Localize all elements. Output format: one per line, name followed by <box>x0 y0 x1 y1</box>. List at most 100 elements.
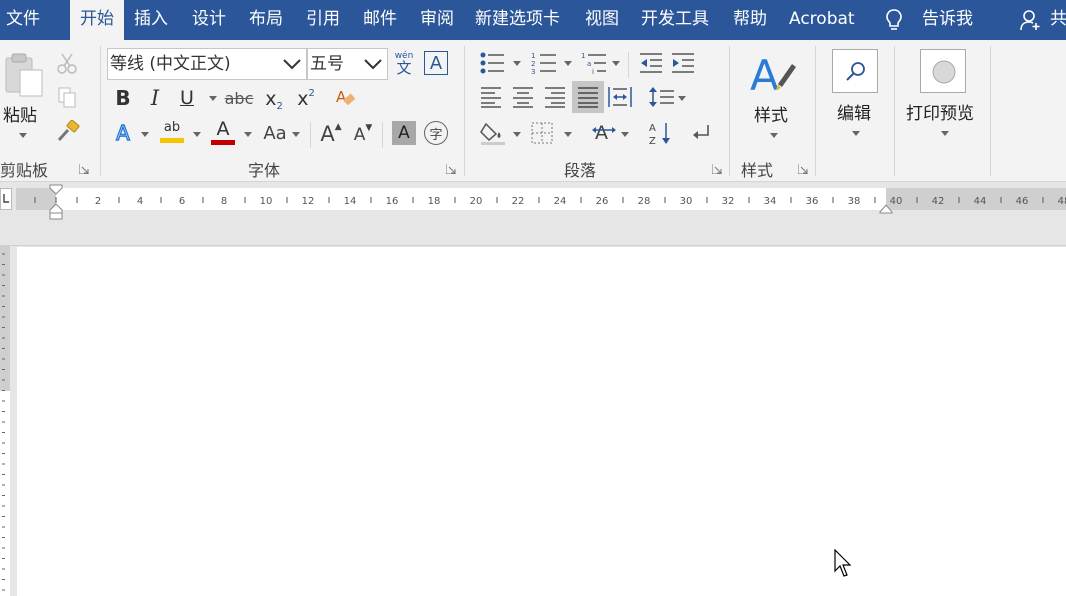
font-size-combo[interactable]: 五号 <box>307 48 388 80</box>
bullets-dropdown-icon[interactable] <box>513 61 521 66</box>
shading-dropdown-icon[interactable] <box>513 132 521 137</box>
chevron-down-icon[interactable] <box>282 57 302 71</box>
share-label[interactable]: 共 <box>1044 0 1066 40</box>
share-person-icon[interactable] <box>1020 9 1042 31</box>
superscript-button[interactable]: x2 <box>293 85 319 113</box>
styles-icon[interactable]: A <box>748 50 798 98</box>
subscript-button[interactable]: x2 <box>261 85 287 113</box>
bullets-icon[interactable] <box>478 50 506 76</box>
tab-review[interactable]: 审阅 <box>414 0 460 40</box>
tab-new-tab[interactable]: 新建选项卡 <box>469 0 566 40</box>
font-name-combo[interactable]: 等线 (中文正文) <box>107 48 307 80</box>
phonetic-guide-button[interactable]: wén 文 <box>392 48 416 80</box>
print-preview-button-box[interactable] <box>920 49 966 93</box>
editing-button-label[interactable]: 编辑 <box>837 99 871 124</box>
group-separator <box>100 46 101 176</box>
tab-file[interactable]: 文件 <box>0 0 46 40</box>
change-case-button[interactable]: Aa <box>260 120 290 146</box>
align-left-icon[interactable] <box>478 85 504 109</box>
line-spacing-dropdown-icon[interactable] <box>678 96 686 101</box>
tab-home[interactable]: 开始 <box>70 0 124 40</box>
grow-font-letter: A <box>320 122 335 146</box>
strikethrough-button[interactable]: abc <box>225 85 254 111</box>
grow-font-button[interactable]: A ▲ <box>318 120 344 148</box>
tab-help[interactable]: 帮助 <box>727 0 773 40</box>
lightbulb-icon[interactable] <box>884 8 904 32</box>
group-separator <box>815 46 816 176</box>
justify-icon[interactable] <box>572 81 604 113</box>
chinese-layout-dropdown-icon[interactable] <box>621 132 629 137</box>
show-hide-marks-icon[interactable] <box>688 120 714 146</box>
tab-view[interactable]: 视图 <box>579 0 625 40</box>
align-center-icon[interactable] <box>510 85 536 109</box>
circle-icon <box>932 60 956 84</box>
sort-icon[interactable]: A Z <box>648 120 674 146</box>
tab-mailings[interactable]: 邮件 <box>357 0 403 40</box>
text-effects-button[interactable]: A <box>110 120 136 146</box>
align-right-icon[interactable] <box>542 85 568 109</box>
font-color-button[interactable]: A <box>209 118 237 146</box>
paste-icon[interactable] <box>2 52 46 98</box>
tell-me-label[interactable]: 告诉我 <box>916 0 979 40</box>
shrink-font-button[interactable]: A ▼ <box>350 122 376 148</box>
borders-icon[interactable] <box>530 121 554 145</box>
mouse-pointer-icon <box>834 549 852 577</box>
styles-dropdown-icon[interactable] <box>770 133 778 138</box>
underline-button[interactable]: U <box>176 85 198 111</box>
paste-label[interactable]: 粘贴 <box>3 101 37 126</box>
decrease-indent-icon[interactable] <box>638 51 664 75</box>
tab-layout[interactable]: 布局 <box>243 0 289 40</box>
group-separator <box>729 46 730 176</box>
highlight-button[interactable]: ab <box>157 118 187 146</box>
ruler-number: 18 <box>428 196 441 207</box>
character-border-button[interactable]: A <box>424 51 448 75</box>
dialog-launcher-icon[interactable] <box>79 164 89 174</box>
enclose-characters-button[interactable]: 字 <box>424 121 448 145</box>
superscript-mark: 2 <box>308 87 315 99</box>
bold-button[interactable]: B <box>112 85 134 111</box>
tab-developer[interactable]: 开发工具 <box>635 0 715 40</box>
print-preview-dropdown-icon[interactable] <box>941 131 949 136</box>
dialog-launcher-icon[interactable] <box>798 164 808 174</box>
change-case-dropdown-icon[interactable] <box>292 132 300 137</box>
document-page[interactable] <box>17 247 1066 596</box>
shading-icon[interactable] <box>479 120 507 146</box>
right-indent-marker-icon[interactable] <box>879 202 893 214</box>
chevron-down-icon[interactable] <box>363 57 383 71</box>
tab-references[interactable]: 引用 <box>300 0 346 40</box>
ruler-number: 4 <box>137 196 143 207</box>
borders-dropdown-icon[interactable] <box>564 132 572 137</box>
character-shading-button[interactable]: A <box>392 121 416 145</box>
editing-dropdown-icon[interactable] <box>852 131 860 136</box>
numbering-dropdown-icon[interactable] <box>564 61 572 66</box>
multilevel-dropdown-icon[interactable] <box>612 61 620 66</box>
font-color-dropdown-icon[interactable] <box>244 132 252 137</box>
copy-icon[interactable] <box>56 86 78 108</box>
group-separator <box>894 46 895 176</box>
paste-dropdown-icon[interactable] <box>19 133 27 138</box>
group-separator <box>990 46 991 176</box>
tab-acrobat[interactable]: Acrobat <box>783 0 861 40</box>
distributed-icon[interactable] <box>607 85 633 109</box>
print-preview-label[interactable]: 打印预览 <box>906 99 974 124</box>
format-painter-icon[interactable] <box>56 120 80 142</box>
clear-formatting-icon[interactable]: A <box>334 86 358 110</box>
increase-indent-icon[interactable] <box>670 51 696 75</box>
text-effects-dropdown-icon[interactable] <box>141 132 149 137</box>
editing-button-box[interactable] <box>832 49 878 93</box>
dialog-launcher-icon[interactable] <box>712 164 722 174</box>
chinese-layout-icon[interactable]: A <box>590 120 618 146</box>
cut-icon[interactable] <box>56 52 78 74</box>
tab-design[interactable]: 设计 <box>186 0 232 40</box>
dialog-launcher-icon[interactable] <box>446 164 456 174</box>
tab-insert[interactable]: 插入 <box>128 0 174 40</box>
highlight-dropdown-icon[interactable] <box>193 132 201 137</box>
line-spacing-icon[interactable] <box>648 85 676 109</box>
numbering-icon[interactable]: 1 2 3 <box>530 50 558 76</box>
indent-markers-icon[interactable] <box>49 184 63 220</box>
underline-dropdown-icon[interactable] <box>209 96 217 101</box>
svg-text:A: A <box>595 122 608 144</box>
multilevel-list-icon[interactable]: 1 a i <box>580 50 610 76</box>
italic-button[interactable]: I <box>144 85 166 111</box>
styles-button-label[interactable]: 样式 <box>754 101 788 126</box>
